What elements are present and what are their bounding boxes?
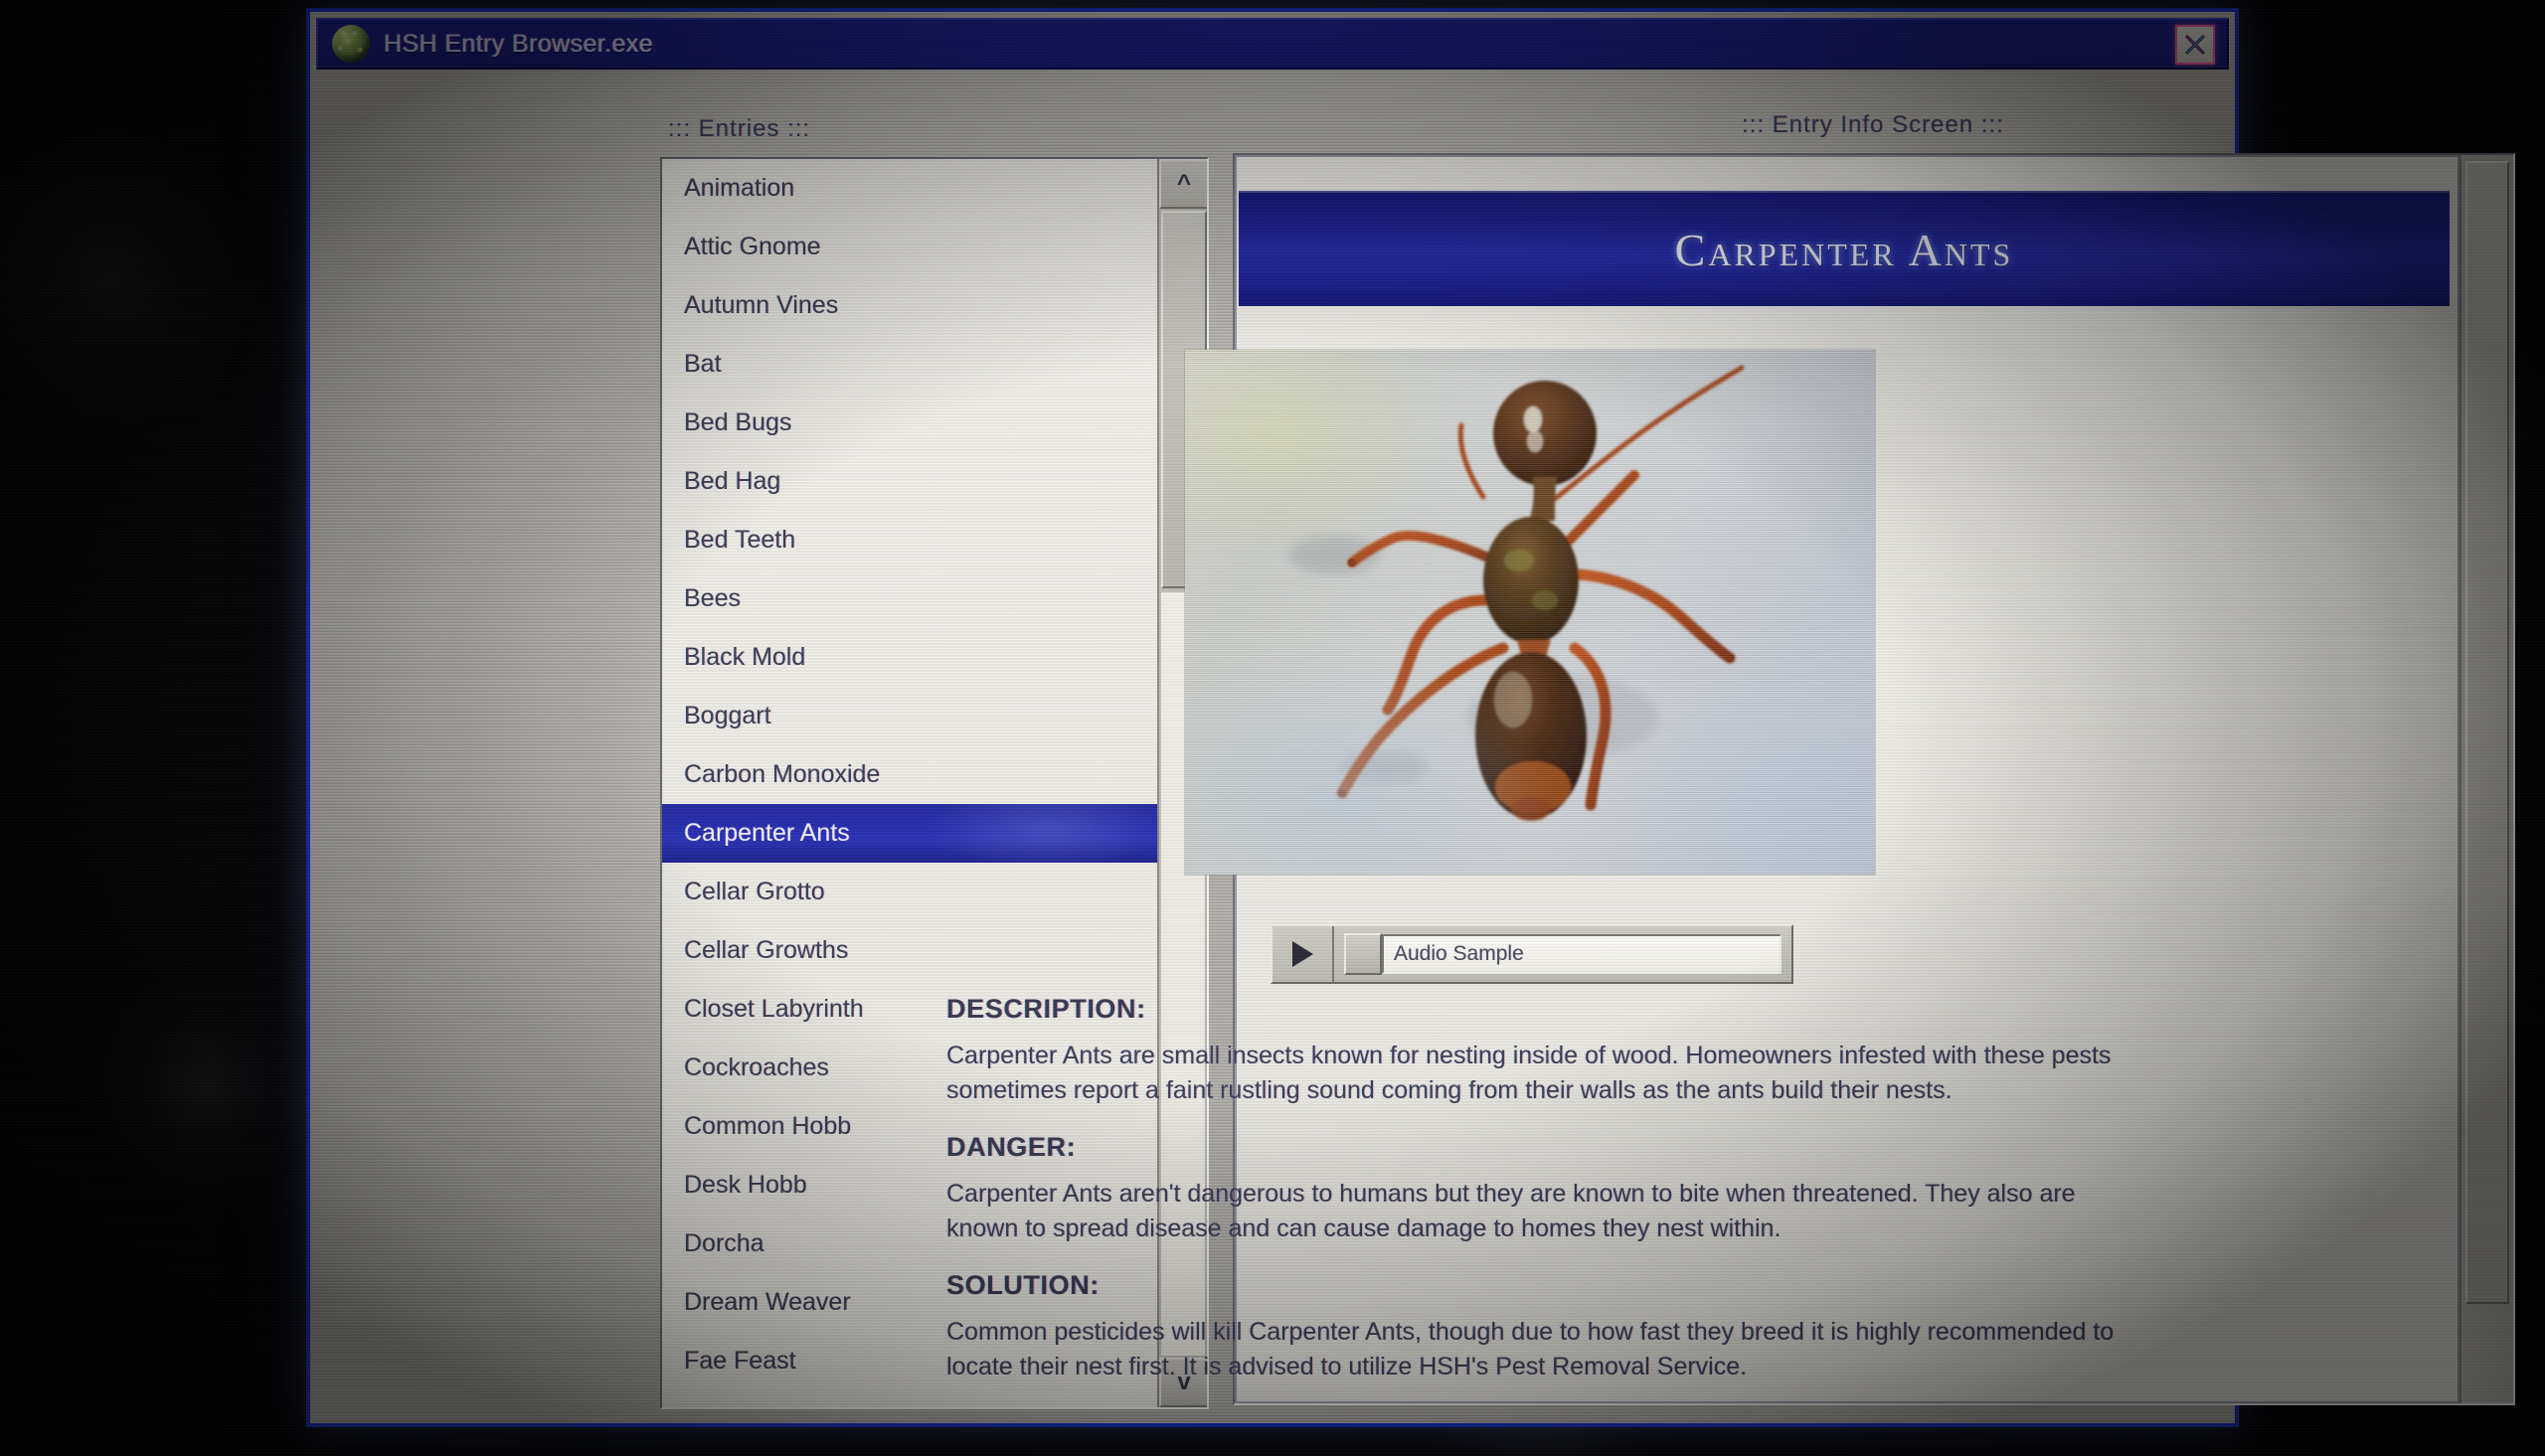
play-button[interactable] xyxy=(1272,926,1334,982)
entry-text-sections: DESCRIPTION: Carpenter Ants are small ins… xyxy=(946,994,2139,1408)
list-item[interactable]: Carpenter Ants xyxy=(662,804,1157,863)
close-button[interactable] xyxy=(2175,25,2215,65)
list-item[interactable]: Cellar Grotto xyxy=(662,863,1157,921)
entry-title: Carpenter Ants xyxy=(1674,224,2014,275)
carpenter-ant-photo xyxy=(1185,350,1875,875)
window-title: HSH Entry Browser.exe xyxy=(384,29,653,58)
list-item[interactable]: Autumn Vines xyxy=(662,276,1157,335)
audio-slider-thumb[interactable] xyxy=(1344,933,1382,975)
list-item[interactable]: Cellar Growths xyxy=(662,921,1157,980)
info-scrollbar[interactable] xyxy=(2460,155,2513,1403)
crt-glow xyxy=(0,129,258,427)
section-heading: DESCRIPTION: xyxy=(946,994,1146,1024)
audio-sample-label: Audio Sample xyxy=(1394,942,1524,965)
globe-icon xyxy=(332,25,370,63)
play-icon xyxy=(1292,941,1313,967)
title-bar: HSH Entry Browser.exe xyxy=(316,18,2229,70)
entry-title-banner: Carpenter Ants xyxy=(1239,191,2450,306)
section-heading: DANGER: xyxy=(946,1132,1077,1162)
close-icon xyxy=(2184,34,2206,56)
scroll-up-button[interactable]: ^ xyxy=(1159,159,1207,209)
section-body: Carpenter Ants aren't dangerous to human… xyxy=(946,1180,2076,1242)
audio-slider[interactable]: Audio Sample xyxy=(1334,926,1791,982)
audio-sample-player[interactable]: Audio Sample xyxy=(1271,924,1793,984)
list-item[interactable]: Bed Hag xyxy=(662,452,1157,511)
crt-screen: HSH Entry Browser.exe ::: Entries ::: ::… xyxy=(0,0,2545,1456)
list-item[interactable]: Bed Teeth xyxy=(662,511,1157,569)
section-heading: SOLUTION: xyxy=(946,1270,1100,1300)
list-item[interactable]: Attic Gnome xyxy=(662,218,1157,276)
ant-illustration xyxy=(1288,365,1745,821)
info-scrollbar-thumb[interactable] xyxy=(2465,161,2509,1304)
list-item[interactable]: Bees xyxy=(662,569,1157,628)
section-body: Carpenter Ants are small insects known f… xyxy=(946,1042,2112,1104)
list-item[interactable]: Boggart xyxy=(662,687,1157,745)
entries-panel-header: ::: Entries ::: xyxy=(668,115,811,142)
list-item[interactable]: Carbon Monoxide xyxy=(662,745,1157,804)
info-panel-header: ::: Entry Info Screen ::: xyxy=(1742,111,2004,138)
audio-slider-track[interactable]: Audio Sample xyxy=(1382,934,1782,974)
section-body: Common pesticides will kill Carpenter An… xyxy=(946,1318,2115,1380)
list-item[interactable]: Bat xyxy=(662,335,1157,394)
list-item[interactable]: Black Mold xyxy=(662,628,1157,687)
crt-glow xyxy=(89,974,318,1203)
list-item[interactable]: Animation xyxy=(662,159,1157,218)
list-item[interactable]: Bed Bugs xyxy=(662,394,1157,452)
